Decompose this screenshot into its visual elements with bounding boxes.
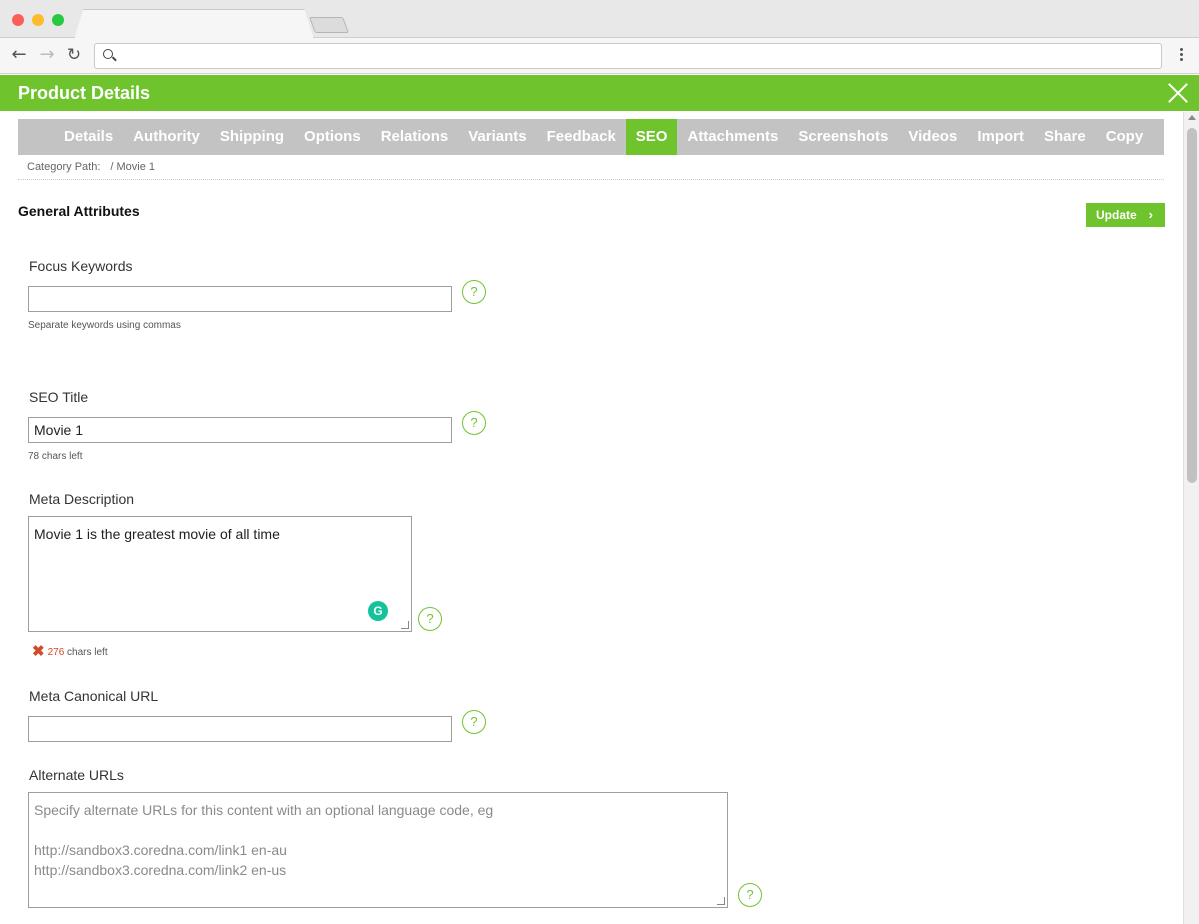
divider [18,179,1164,180]
tab-relations[interactable]: Relations [371,119,459,155]
app-header: Product Details [0,75,1199,111]
chevron-right-icon: › [1148,207,1153,222]
reload-icon[interactable]: ↻ [63,44,85,66]
seo-title-label: SEO Title [29,389,89,405]
tab-screenshots[interactable]: Screenshots [788,119,898,155]
seo-title-input[interactable] [28,417,452,443]
maximize-window-button[interactable] [52,14,64,26]
close-icon[interactable] [1167,82,1189,104]
tab-variants[interactable]: Variants [458,119,536,155]
meta-description-label: Meta Description [29,491,135,507]
tab-feedback[interactable]: Feedback [537,119,626,155]
canonical-url-label: Meta Canonical URL [29,688,159,704]
minimize-window-button[interactable] [32,14,44,26]
tab-shipping[interactable]: Shipping [210,119,294,155]
alternate-urls-label: Alternate URLs [29,767,124,783]
page-title: Product Details [18,83,151,103]
browser-tab[interactable] [74,9,314,39]
tab-import[interactable]: Import [967,119,1034,155]
address-bar[interactable] [94,43,1162,69]
close-window-button[interactable] [12,14,24,26]
help-icon[interactable]: ? [738,883,762,907]
resize-grip-icon[interactable] [717,897,725,905]
resize-grip-icon[interactable] [401,621,409,629]
chars-left-suffix: chars left [67,647,108,658]
help-icon[interactable]: ? [462,710,486,734]
tab-options[interactable]: Options [294,119,371,155]
search-icon [103,49,113,59]
help-icon[interactable]: ? [462,280,486,304]
tab-details[interactable]: Details [54,119,123,155]
canonical-url-input[interactable] [28,716,452,742]
tab-authority[interactable]: Authority [123,119,210,155]
browser-toolbar: ← → ↻ [0,38,1199,74]
seo-title-hint: 78 chars left [28,451,83,462]
update-button-label: Update [1096,208,1137,222]
focus-keywords-hint: Separate keywords using commas [28,320,181,331]
chars-left-count: 276 [47,647,65,658]
browser-menu-icon[interactable] [1174,46,1188,66]
breadcrumb-label: Category Path: [27,161,101,173]
meta-description-count: ✖ 276 chars left [32,642,108,660]
focus-keywords-input[interactable] [28,286,452,312]
meta-description-textarea[interactable]: Movie 1 is the greatest movie of all tim… [28,516,412,632]
back-arrow-icon[interactable]: ← [8,44,30,66]
scroll-up-icon[interactable] [1188,115,1196,120]
update-button[interactable]: Update › [1086,203,1165,227]
tab-attachments[interactable]: Attachments [677,119,788,155]
scrollbar[interactable] [1183,112,1199,924]
scroll-thumb[interactable] [1187,128,1197,483]
grammarly-icon[interactable]: G [368,601,388,621]
help-icon[interactable]: ? [418,607,442,631]
tab-videos[interactable]: Videos [898,119,967,155]
breadcrumb-path: / Movie 1 [110,161,156,173]
help-icon[interactable]: ? [462,411,486,435]
forward-arrow-icon[interactable]: → [36,44,58,66]
browser-tab-strip [0,0,1199,39]
breadcrumb: Category Path: / Movie 1 [27,161,155,173]
focus-keywords-label: Focus Keywords [29,258,133,274]
section-title: General Attributes [18,203,140,219]
error-x-icon: ✖ [32,643,45,660]
tab-copy[interactable]: Copy [1096,119,1154,155]
tab-bar: Details Authority Shipping Options Relat… [18,119,1164,155]
new-tab-button[interactable] [309,17,349,33]
tab-seo[interactable]: SEO [625,119,678,155]
alternate-urls-textarea[interactable] [28,792,728,908]
tab-share[interactable]: Share [1034,119,1096,155]
tab-bar-spacer [18,119,54,155]
